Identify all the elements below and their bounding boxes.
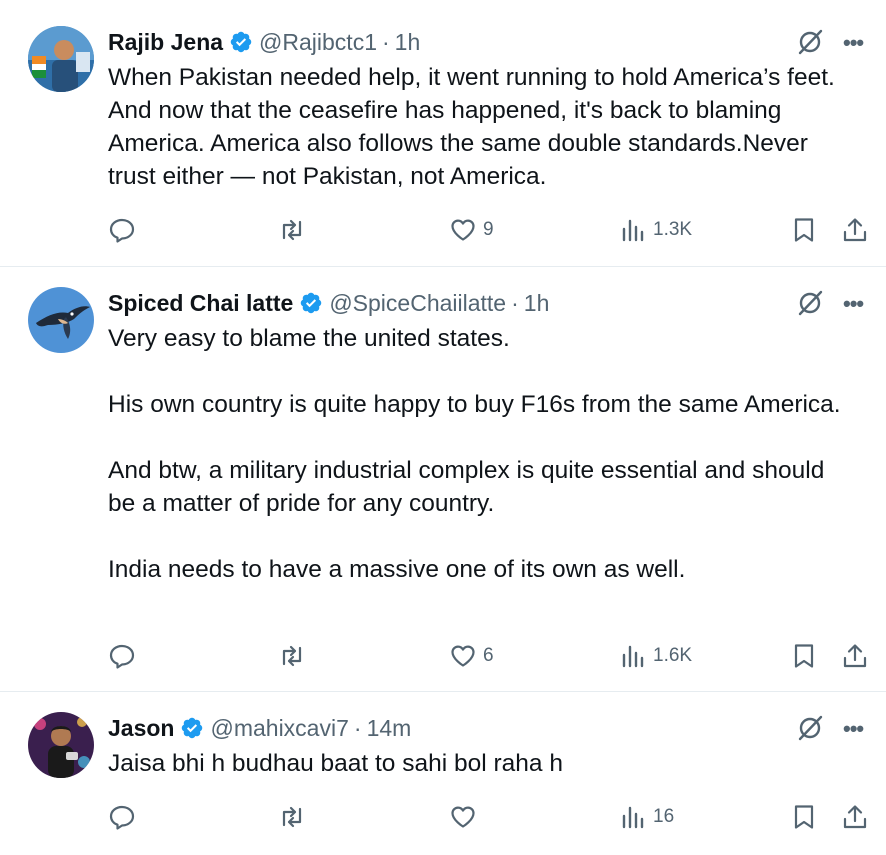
share-button[interactable] xyxy=(841,216,869,244)
separator-dot: · xyxy=(353,714,362,741)
like-icon xyxy=(451,806,475,828)
views-button[interactable]: 16 xyxy=(619,803,674,831)
views-icon xyxy=(622,219,644,242)
bookmark-button[interactable] xyxy=(790,642,818,670)
avatar[interactable] xyxy=(28,287,94,353)
tweet-actions: 16 xyxy=(0,803,886,833)
like-button[interactable]: 9 xyxy=(449,216,494,244)
retweet-button[interactable] xyxy=(278,216,306,244)
reply-icon xyxy=(109,218,135,243)
retweet-icon xyxy=(282,806,302,828)
avatar-image xyxy=(28,26,94,92)
tweet[interactable]: Rajib Jena @Rajibctc1 · 1h ••• When Paki… xyxy=(0,0,886,266)
like-button[interactable] xyxy=(449,803,477,831)
separator-dot: · xyxy=(382,28,390,55)
tweet-actions: 9 1.3K xyxy=(0,216,886,246)
views-icon xyxy=(622,806,644,829)
bookmark-button[interactable] xyxy=(790,216,818,244)
avatar-image xyxy=(28,287,94,353)
views-icon xyxy=(622,645,644,668)
reply-button[interactable] xyxy=(108,803,136,831)
timestamp[interactable]: 1h xyxy=(395,29,421,56)
view-count: 16 xyxy=(653,806,675,827)
views-button[interactable]: 1.3K xyxy=(619,216,692,244)
view-count: 1.3K xyxy=(653,219,693,240)
share-button[interactable] xyxy=(841,642,869,670)
retweet-icon xyxy=(282,219,302,241)
author-handle[interactable]: @Rajibctc1 xyxy=(259,29,377,56)
grok-icon[interactable] xyxy=(796,289,824,317)
retweet-button[interactable] xyxy=(278,642,306,670)
share-icon xyxy=(843,218,867,242)
author-name[interactable]: Spiced Chai latte xyxy=(108,290,293,317)
reply-button[interactable] xyxy=(108,642,136,670)
verified-badge-icon[interactable] xyxy=(229,30,253,54)
author-handle[interactable]: @SpiceChaiilatte xyxy=(329,290,506,317)
grok-icon[interactable] xyxy=(796,714,824,742)
share-icon xyxy=(843,805,867,829)
avatar[interactable] xyxy=(28,26,94,92)
author-handle[interactable]: @mahixcavi7 xyxy=(210,715,348,742)
more-options-button[interactable]: ••• xyxy=(843,291,864,317)
tweet[interactable]: Jason @mahixcavi7 · 14m ••• Jaisa bhi h … xyxy=(0,692,886,855)
share-icon xyxy=(843,644,867,668)
bookmark-icon xyxy=(794,805,814,829)
more-options-button[interactable]: ••• xyxy=(843,30,864,56)
tweet-actions: 6 1.6K xyxy=(0,642,886,672)
like-icon xyxy=(451,645,475,667)
verified-badge-icon[interactable] xyxy=(180,716,204,740)
like-button[interactable]: 6 xyxy=(449,642,494,670)
tweet-text: Jaisa bhi h budhau baat to sahi bol raha… xyxy=(108,750,563,777)
share-button[interactable] xyxy=(841,803,869,831)
timestamp[interactable]: 14m xyxy=(367,715,412,742)
like-icon xyxy=(451,219,475,241)
timestamp[interactable]: 1h xyxy=(524,290,550,317)
author-name[interactable]: Jason xyxy=(108,715,174,742)
views-button[interactable]: 1.6K xyxy=(619,642,692,670)
tweet-header: Jason @mahixcavi7 · 14m xyxy=(108,713,411,743)
avatar[interactable] xyxy=(28,712,94,778)
view-count: 1.6K xyxy=(653,645,693,666)
grok-icon[interactable] xyxy=(796,28,824,56)
verified-badge-icon[interactable] xyxy=(299,291,323,315)
like-count: 9 xyxy=(483,219,494,240)
bookmark-button[interactable] xyxy=(790,803,818,831)
tweet-header: Spiced Chai latte @SpiceChaiilatte · 1h xyxy=(108,288,549,318)
avatar-image xyxy=(28,712,94,778)
bookmark-icon xyxy=(794,218,814,242)
author-name[interactable]: Rajib Jena xyxy=(108,29,223,56)
reply-button[interactable] xyxy=(108,216,136,244)
tweet-header: Rajib Jena @Rajibctc1 · 1h xyxy=(108,27,420,57)
like-count: 6 xyxy=(483,645,494,666)
retweet-button[interactable] xyxy=(278,803,306,831)
more-options-button[interactable]: ••• xyxy=(843,716,864,742)
reply-icon xyxy=(109,805,135,830)
reply-icon xyxy=(109,644,135,669)
tweet-text: When Pakistan needed help, it went runni… xyxy=(108,64,835,190)
tweet-text: Very easy to blame the united states. Hi… xyxy=(108,325,841,583)
tweet[interactable]: Spiced Chai latte @SpiceChaiilatte · 1h … xyxy=(0,267,886,691)
retweet-icon xyxy=(282,645,302,667)
bookmark-icon xyxy=(794,644,814,668)
separator-dot: · xyxy=(511,289,519,316)
